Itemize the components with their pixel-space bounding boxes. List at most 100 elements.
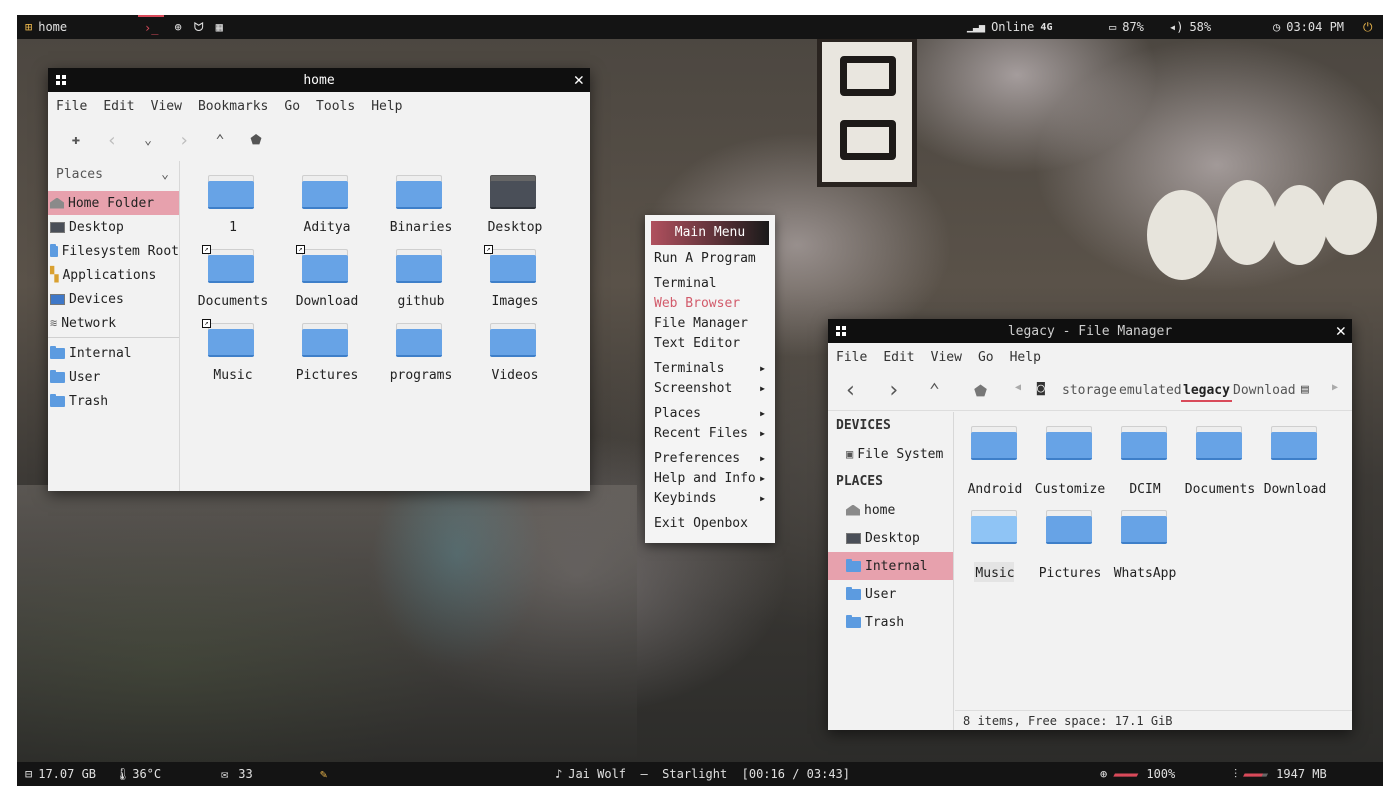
workspace-indicator[interactable]: ⊞ home [25,15,67,39]
menu-item-web-browser[interactable]: Web Browser [651,294,769,314]
sidebar-label: Desktop [69,219,124,235]
menu-bookmarks[interactable]: Bookmarks [198,99,268,114]
back-icon[interactable]: ‹ [844,378,857,403]
menu-edit[interactable]: Edit [103,99,134,114]
menu-item-file-manager[interactable]: File Manager [651,314,769,334]
power-icon[interactable]: ⏻ [1363,15,1373,39]
folder-icon [1046,426,1092,460]
menu-file[interactable]: File [56,99,87,114]
menu-go[interactable]: Go [978,350,994,365]
close-icon[interactable]: ✕ [574,68,584,92]
calendar-icon[interactable]: ▦ [216,20,223,34]
home-titlebar[interactable]: home ✕ [48,68,590,92]
sidebar-item-devices[interactable]: Devices [48,287,179,311]
battery-label: 87% [1122,20,1144,34]
forward-icon[interactable]: › [887,378,900,403]
menu-tools[interactable]: Tools [316,99,355,114]
history-dropdown-icon[interactable]: ⌄ [130,133,166,148]
menu-file[interactable]: File [836,350,867,365]
new-tab-icon[interactable]: ✚ [58,132,94,148]
menu-edit[interactable]: Edit [883,350,914,365]
path-segment-emulated[interactable]: emulated [1119,383,1182,398]
memory-label: 1947 MB [1276,767,1327,781]
sidebar-item-home-folder[interactable]: Home Folder [48,191,179,215]
menu-go[interactable]: Go [284,99,300,114]
memory-meter: ▰▰▰▰▰ [1243,767,1268,781]
submenu-arrow-icon: ▶ [760,494,765,503]
menu-item-keybinds[interactable]: Keybinds ▶ [651,489,769,509]
menu-view[interactable]: View [151,99,182,114]
window-menu-icon[interactable] [56,75,66,85]
terminal-icon[interactable]: ›_ [138,15,165,39]
up-icon[interactable]: ⌃ [202,131,238,149]
menu-item-exit-openbox[interactable]: Exit Openbox [651,514,769,534]
home-icon[interactable]: ⬟ [238,133,274,148]
path-segment-legacy[interactable]: legacy [1181,383,1232,402]
path-segment-storage[interactable]: storage [1062,383,1117,398]
sidebar-item-applications[interactable]: ▚ Applications [48,263,179,287]
menu-item-text-editor[interactable]: Text Editor [651,334,769,354]
wallpaper-lantern [1217,180,1277,265]
sidebar-item-trash[interactable]: Trash [828,608,953,636]
menu-item-recent-files[interactable]: Recent Files ▶ [651,424,769,444]
mail-status[interactable]: ✉ 33 [221,762,253,786]
menu-help[interactable]: Help [1010,350,1041,365]
menu-title: Main Menu [651,221,769,245]
sidebar-item-desktop[interactable]: Desktop [828,524,953,552]
path-scroll-left-icon[interactable]: ◀ [1015,382,1021,393]
sidebar-item-network[interactable]: ≋ Network [48,311,179,335]
menu-item-places[interactable]: Places ▶ [651,404,769,424]
menu-item-terminals[interactable]: Terminals ▶ [651,359,769,379]
mail-icon: ✉ [221,767,229,781]
sidebar-item-internal[interactable]: Internal [48,341,179,365]
path-scroll-right-icon[interactable]: ▶ [1332,382,1338,393]
thermometer-icon: 🌡︎ [115,767,131,781]
home-icon[interactable]: ⬟ [974,382,987,400]
fox-icon[interactable]: ᗢ [194,20,204,35]
launcher-tray: ›_ ⊕ ᗢ ▦ [138,15,223,39]
volume-status[interactable]: ◂) 58% [1169,15,1211,39]
sidebar-item-file-system[interactable]: ▣ File System [828,440,953,468]
menu-item-run-program[interactable]: Run A Program [651,249,769,269]
menu-item-label: Preferences [654,451,741,466]
network-status[interactable]: ▁▃▅ Online 4G [967,15,1052,39]
sidebar-item-home[interactable]: home [828,496,953,524]
legacy-titlebar[interactable]: legacy - File Manager ✕ [828,319,1352,343]
forward-icon[interactable]: › [166,130,202,151]
symlink-icon: ↗ [296,245,305,254]
places-header[interactable]: Places ⌄ [48,161,179,187]
sidebar-item-internal[interactable]: Internal [828,552,953,580]
window-menu-icon[interactable] [836,326,846,336]
back-icon[interactable]: ‹ [94,130,130,151]
signal-icon: ▁▃▅ [967,21,986,33]
sidebar-item-trash[interactable]: Trash [48,389,179,413]
wallpaper-lantern [1272,185,1327,265]
sidebar-item-desktop[interactable]: Desktop [48,215,179,239]
storage-icon: ◙ [1037,381,1045,396]
cpu-usage: ⊕ ▰▰▰▰▰ 100% [1100,762,1175,786]
menu-item-help-and-info[interactable]: Help and Info ▶ [651,469,769,489]
sidebar-label: Internal [865,558,928,574]
folder-icon [1196,426,1242,460]
sidebar-item-user[interactable]: User [48,365,179,389]
menu-item-terminal[interactable]: Terminal [651,274,769,294]
close-icon[interactable]: ✕ [1336,319,1346,343]
menu-item-preferences[interactable]: Preferences ▶ [651,449,769,469]
menu-help[interactable]: Help [371,99,402,114]
globe-icon[interactable]: ⊕ [174,20,181,34]
sidebar-item-filesystem-root[interactable]: Filesystem Root [48,239,179,263]
file-label: Binaries [389,220,453,235]
desktop: ⊞ home ›_ ⊕ ᗢ ▦ ▁▃▅ Online 4G ▭ 87% ◂) 5… [17,15,1383,786]
now-playing-label: Jai Wolf – Starlight [00:16 / 03:43] [568,767,850,781]
up-icon[interactable]: ⌃ [929,380,940,401]
menu-item-screenshot[interactable]: Screenshot ▶ [651,379,769,399]
feather-icon[interactable]: ✎ [320,762,327,786]
sign-glyph [840,56,896,96]
path-segment-download[interactable]: Download [1233,383,1296,398]
drive-icon[interactable]: ▤ [1301,382,1309,397]
now-playing[interactable]: ♪ Jai Wolf – Starlight [00:16 / 03:43] [555,762,850,786]
folder-icon [396,323,442,357]
sidebar-item-user[interactable]: User [828,580,953,608]
sidebar-label: Trash [865,614,905,630]
menu-view[interactable]: View [931,350,962,365]
